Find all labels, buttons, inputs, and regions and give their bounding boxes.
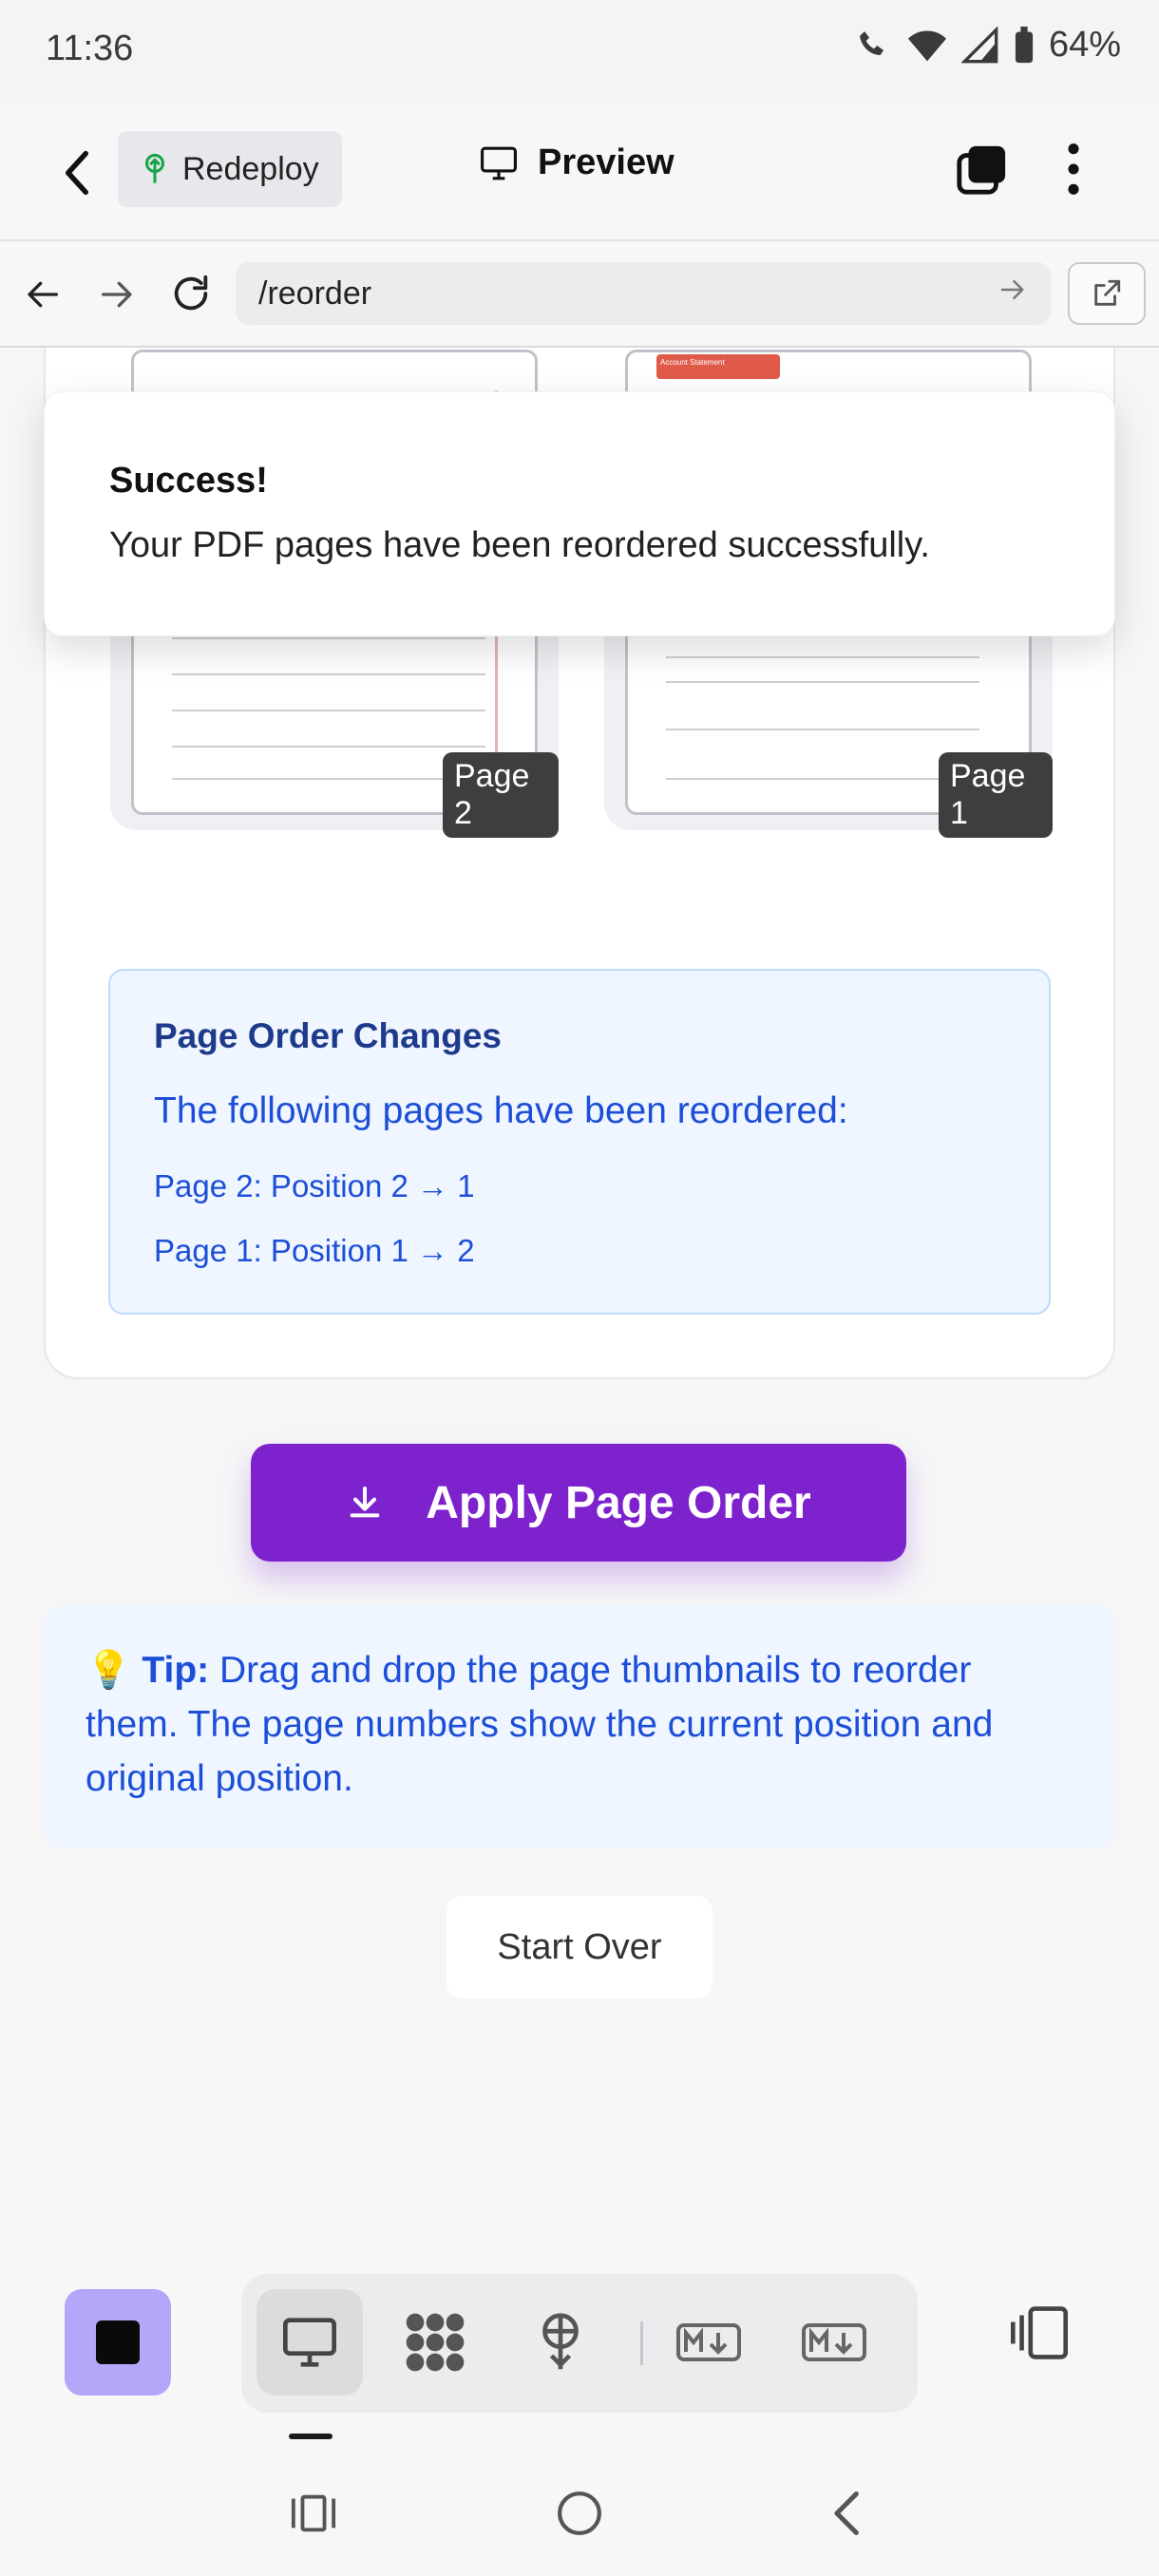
- deploy-button[interactable]: [521, 2302, 600, 2382]
- toast-message: Your PDF pages have been reordered succe…: [109, 525, 930, 565]
- more-options-button[interactable]: [1054, 139, 1092, 199]
- system-back-button[interactable]: [808, 2475, 884, 2551]
- deploy-icon: [542, 2313, 579, 2370]
- redeploy-label: Redeploy: [182, 150, 319, 187]
- redeploy-icon: [144, 153, 165, 183]
- signal-icon: [960, 26, 998, 63]
- home-icon: [558, 2491, 601, 2535]
- battery-icon: [1015, 26, 1034, 63]
- preview-title[interactable]: Preview: [479, 142, 674, 183]
- bottom-toolbar: [0, 2234, 1159, 2443]
- apply-button-label: Apply Page Order: [426, 1477, 811, 1528]
- view-mode-group: [241, 2274, 918, 2413]
- url-text: /reorder: [258, 275, 372, 312]
- recent-apps-button[interactable]: [276, 2475, 352, 2551]
- page-badge: Page 1: [939, 752, 1053, 838]
- active-indicator: [289, 2434, 332, 2439]
- tip-box: 💡 Tip: Drag and drop the page thumbnails…: [44, 1605, 1115, 1848]
- more-vertical-icon: [1068, 143, 1079, 195]
- tabs-button[interactable]: [954, 142, 1009, 198]
- call-wifi-icon: [859, 30, 884, 55]
- recent-apps-icon: [291, 2494, 336, 2532]
- order-changes-subtitle: The following pages have been reordered:: [154, 1090, 848, 1131]
- reload-icon[interactable]: [169, 272, 213, 315]
- nav-forward-icon[interactable]: [97, 275, 135, 313]
- status-time: 11:36: [46, 28, 134, 68]
- back-button[interactable]: [55, 146, 99, 199]
- preview-label: Preview: [538, 142, 674, 182]
- apps-button[interactable]: [395, 2302, 475, 2382]
- tip-label: Tip:: [142, 1650, 210, 1691]
- battery-percent: 64%: [1048, 25, 1121, 65]
- page-badge: Page 2: [443, 752, 559, 838]
- wifi-icon: [907, 30, 946, 61]
- apps-icon: [406, 2313, 465, 2372]
- start-over-button[interactable]: Start Over: [446, 1896, 712, 1998]
- stop-icon: [96, 2320, 140, 2364]
- arrow-right-icon[interactable]: [998, 275, 1026, 304]
- redeploy-button[interactable]: Redeploy: [118, 131, 342, 207]
- external-link-icon: [1094, 279, 1121, 306]
- apply-page-order-button[interactable]: Apply Page Order: [251, 1444, 906, 1562]
- markdown-icon: [802, 2323, 866, 2361]
- status-icons: 64%: [855, 25, 1121, 66]
- pdf-header-label: Account Statement: [656, 354, 780, 379]
- open-external-button[interactable]: [1068, 262, 1146, 325]
- order-changes-title: Page Order Changes: [154, 1016, 503, 1055]
- lightbulb-icon: 💡: [86, 1650, 132, 1691]
- chevron-left-icon: [834, 2491, 859, 2535]
- monitor-icon: [283, 2318, 336, 2367]
- toolbar-divider: [640, 2321, 643, 2365]
- system-nav-bar: [0, 2443, 1159, 2576]
- status-bar: 11:36 64%: [0, 0, 1159, 103]
- tip-text: Drag and drop the page thumbnails to reo…: [86, 1650, 994, 1799]
- download-icon: [350, 1487, 380, 1518]
- order-change-item: Page 1: Position 1 → 2: [154, 1233, 475, 1268]
- markdown-button[interactable]: [669, 2302, 749, 2382]
- markdown-export-button[interactable]: [794, 2302, 874, 2382]
- nav-back-icon[interactable]: [25, 275, 63, 313]
- home-button[interactable]: [542, 2475, 618, 2551]
- order-change-item: Page 2: Position 2 → 1: [154, 1168, 475, 1203]
- success-toast: Success! Your PDF pages have been reorde…: [44, 391, 1115, 636]
- markdown-icon: [676, 2323, 741, 2361]
- toast-title: Success!: [109, 461, 268, 501]
- chevron-left-icon: [65, 150, 88, 196]
- stop-button[interactable]: [65, 2289, 171, 2396]
- desktop-view-button[interactable]: [256, 2289, 363, 2396]
- panel-toggle-button[interactable]: [1001, 2295, 1077, 2371]
- url-input[interactable]: /reorder: [236, 262, 1051, 325]
- page-order-changes: Page Order Changes The following pages h…: [108, 969, 1051, 1315]
- panel-icon: [1011, 2306, 1068, 2359]
- tabs-icon: [957, 145, 1006, 195]
- monitor-icon: [481, 146, 517, 180]
